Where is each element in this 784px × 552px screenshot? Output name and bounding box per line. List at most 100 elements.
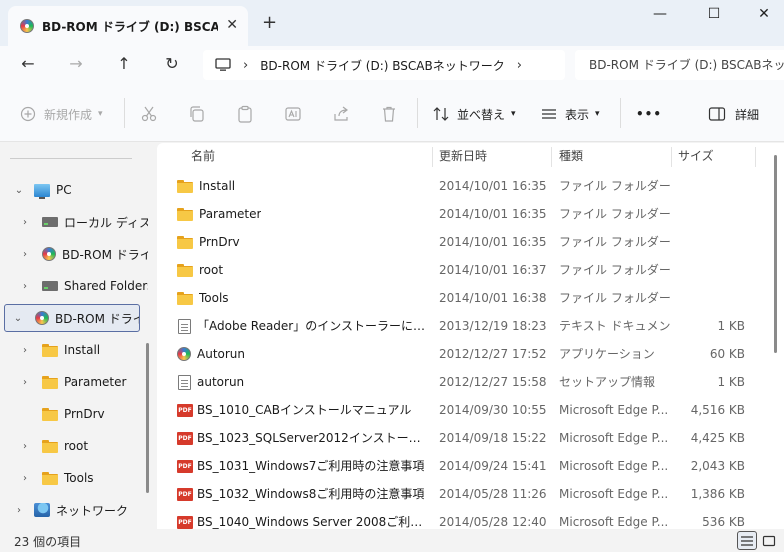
navigation-pane[interactable]: ⌄ PC › ローカル ディスク › BD-ROM ドライブ › Shared … <box>0 143 157 529</box>
search-input[interactable]: BD-ROM ドライブ (D:) BSCABネットワーク の検索 <box>575 50 784 80</box>
nav-item-parameter[interactable]: › Parameter <box>0 368 148 396</box>
nav-item-prndrv[interactable]: PrnDrv <box>0 400 148 428</box>
cut-button[interactable] <box>140 103 158 125</box>
forward-button[interactable]: → <box>62 52 90 76</box>
chevron-right-icon[interactable]: › <box>18 473 32 484</box>
chevron-right-icon[interactable]: › <box>18 281 32 292</box>
chevron-right-icon[interactable]: › <box>18 441 32 452</box>
copy-button[interactable] <box>188 103 206 125</box>
nav-item-label: ネットワーク <box>56 503 129 518</box>
file-name-cell[interactable]: PDF BS_1040_Windows Server 2008ご利用時の... <box>177 508 427 529</box>
chevron-down-icon: ▾ <box>98 109 103 119</box>
details-pane-button[interactable]: 詳細 <box>708 103 759 125</box>
column-header-size[interactable]: サイズ <box>678 143 714 171</box>
nav-divider <box>10 158 132 159</box>
chevron-down-icon[interactable]: ⌄ <box>12 185 26 196</box>
column-divider[interactable] <box>551 147 552 167</box>
column-divider[interactable] <box>755 147 756 167</box>
tiles-view-button[interactable] <box>759 531 779 550</box>
table-row[interactable]: PDF BS_1032_Windows8ご利用時の注意事項 2014/05/28 1… <box>157 480 784 508</box>
tab-current[interactable]: BD-ROM ドライブ (D:) BSCABネットワーク ✕ <box>8 6 248 46</box>
copy-icon <box>190 106 204 122</box>
file-name-cell[interactable]: Parameter <box>177 200 427 228</box>
file-name-cell[interactable]: 「Adobe Reader」のインストーラーについて_BS <box>177 312 427 340</box>
table-row[interactable]: autorun 2012/12/27 15:58 セットアップ情報 1 KB <box>157 368 784 396</box>
more-options-button[interactable]: ••• <box>636 103 662 125</box>
file-name-cell[interactable]: PrnDrv <box>177 228 427 256</box>
nav-item-bd-rom-selected[interactable]: ⌄ BD-ROM ドライブ <box>4 304 140 332</box>
column-header-type[interactable]: 種類 <box>559 143 583 171</box>
table-row[interactable]: PDF BS_1031_Windows7ご利用時の注意事項 2014/09/24 1… <box>157 452 784 480</box>
view-button[interactable]: 表示 ▾ <box>540 103 600 125</box>
nav-item-pc[interactable]: ⌄ PC <box>0 176 148 204</box>
table-row[interactable]: PDF BS_1010_CABインストールマニュアル 2014/09/30 10:5… <box>157 396 784 424</box>
nav-scrollbar[interactable] <box>146 343 149 493</box>
chevron-right-icon[interactable]: › <box>12 505 26 516</box>
toolbar-divider <box>124 98 125 128</box>
file-name-cell[interactable]: PDF BS_1023_SQLServer2012インストールマニュアル <box>177 424 427 452</box>
nav-item-root[interactable]: › root <box>0 432 148 460</box>
nav-item-network[interactable]: › ネットワーク <box>0 496 148 524</box>
table-row[interactable]: PrnDrv 2014/10/01 16:35 ファイル フォルダー <box>157 228 784 256</box>
delete-button[interactable] <box>380 103 398 125</box>
table-row[interactable]: PDF BS_1040_Windows Server 2008ご利用時の... 20… <box>157 508 784 529</box>
chevron-right-icon[interactable]: › <box>18 249 32 260</box>
column-header-date[interactable]: 更新日時 <box>439 143 487 171</box>
nav-item-install[interactable]: › Install <box>0 336 148 364</box>
nav-item-tools[interactable]: › Tools <box>0 464 148 492</box>
nav-item-bd-rom[interactable]: › BD-ROM ドライブ <box>0 240 148 268</box>
chevron-right-icon[interactable]: › <box>18 345 32 356</box>
file-name-cell[interactable]: PDF BS_1032_Windows8ご利用時の注意事項 <box>177 480 427 508</box>
sort-indicator-icon: ^ <box>302 143 311 150</box>
refresh-button[interactable]: ↻ <box>158 52 186 76</box>
minimize-button[interactable]: — <box>640 6 680 26</box>
share-button[interactable] <box>332 103 350 125</box>
details-view-button[interactable] <box>737 531 757 550</box>
table-row[interactable]: 「Adobe Reader」のインストーラーについて_BS 2013/12/19 … <box>157 312 784 340</box>
file-size: 1 KB <box>717 375 745 389</box>
file-name-cell[interactable]: Autorun <box>177 340 427 368</box>
close-button[interactable]: ✕ <box>744 6 784 26</box>
file-name-cell[interactable]: autorun <box>177 368 427 396</box>
table-row[interactable]: Parameter 2014/10/01 16:35 ファイル フォルダー <box>157 200 784 228</box>
address-input[interactable]: › BD-ROM ドライブ (D:) BSCABネットワーク › <box>203 50 565 80</box>
file-name: root <box>199 263 224 277</box>
file-name-cell[interactable]: Tools <box>177 284 427 312</box>
back-button[interactable]: ← <box>14 52 42 76</box>
table-row[interactable]: Autorun 2012/12/27 17:52 アプリケーション 60 KB <box>157 340 784 368</box>
table-row[interactable]: root 2014/10/01 16:37 ファイル フォルダー <box>157 256 784 284</box>
chevron-right-icon[interactable]: › <box>18 217 32 228</box>
file-name-cell[interactable]: root <box>177 256 427 284</box>
file-date: 2012/12/27 15:58 <box>439 375 547 389</box>
new-button[interactable]: 新規作成 ▾ <box>20 103 103 125</box>
file-name-cell[interactable]: PDF BS_1010_CABインストールマニュアル <box>177 396 427 424</box>
table-row[interactable]: PDF BS_1023_SQLServer2012インストールマニュアル 2014/… <box>157 424 784 452</box>
file-list[interactable]: ^ 名前 更新日時 種類 サイズ Install 2014/10/01 16:35… <box>157 143 784 529</box>
column-divider[interactable] <box>671 147 672 167</box>
nav-item-label: BD-ROM ドライブ <box>55 311 139 326</box>
maximize-button[interactable]: ☐ <box>694 6 734 26</box>
file-date: 2014/09/30 10:55 <box>439 403 547 417</box>
new-tab-button[interactable]: + <box>262 12 277 33</box>
up-button[interactable]: ↑ <box>110 52 138 76</box>
chevron-down-icon[interactable]: ⌄ <box>11 313 25 324</box>
chevron-right-icon[interactable]: › <box>18 377 32 388</box>
rename-button[interactable] <box>284 103 302 125</box>
paste-button[interactable] <box>236 103 254 125</box>
address-separator-icon[interactable]: › <box>517 58 522 73</box>
file-size: 60 KB <box>709 347 745 361</box>
column-divider[interactable] <box>432 147 433 167</box>
address-path[interactable]: BD-ROM ドライブ (D:) BSCABネットワーク <box>260 57 505 74</box>
table-row[interactable]: Tools 2014/10/01 16:38 ファイル フォルダー <box>157 284 784 312</box>
nav-item-local-disk[interactable]: › ローカル ディスク <box>0 208 148 236</box>
file-date: 2014/09/24 15:41 <box>439 459 547 473</box>
file-list-scrollbar[interactable] <box>774 155 777 353</box>
file-size: 1,386 KB <box>690 487 745 501</box>
tab-close-icon[interactable]: ✕ <box>226 17 238 33</box>
file-name-cell[interactable]: Install <box>177 172 427 200</box>
nav-item-shared-folders[interactable]: › Shared Folders <box>0 272 148 300</box>
column-header-name[interactable]: 名前 <box>191 143 215 171</box>
table-row[interactable]: Install 2014/10/01 16:35 ファイル フォルダー <box>157 172 784 200</box>
file-name-cell[interactable]: PDF BS_1031_Windows7ご利用時の注意事項 <box>177 452 427 480</box>
sort-button[interactable]: 並べ替え ▾ <box>432 103 516 125</box>
